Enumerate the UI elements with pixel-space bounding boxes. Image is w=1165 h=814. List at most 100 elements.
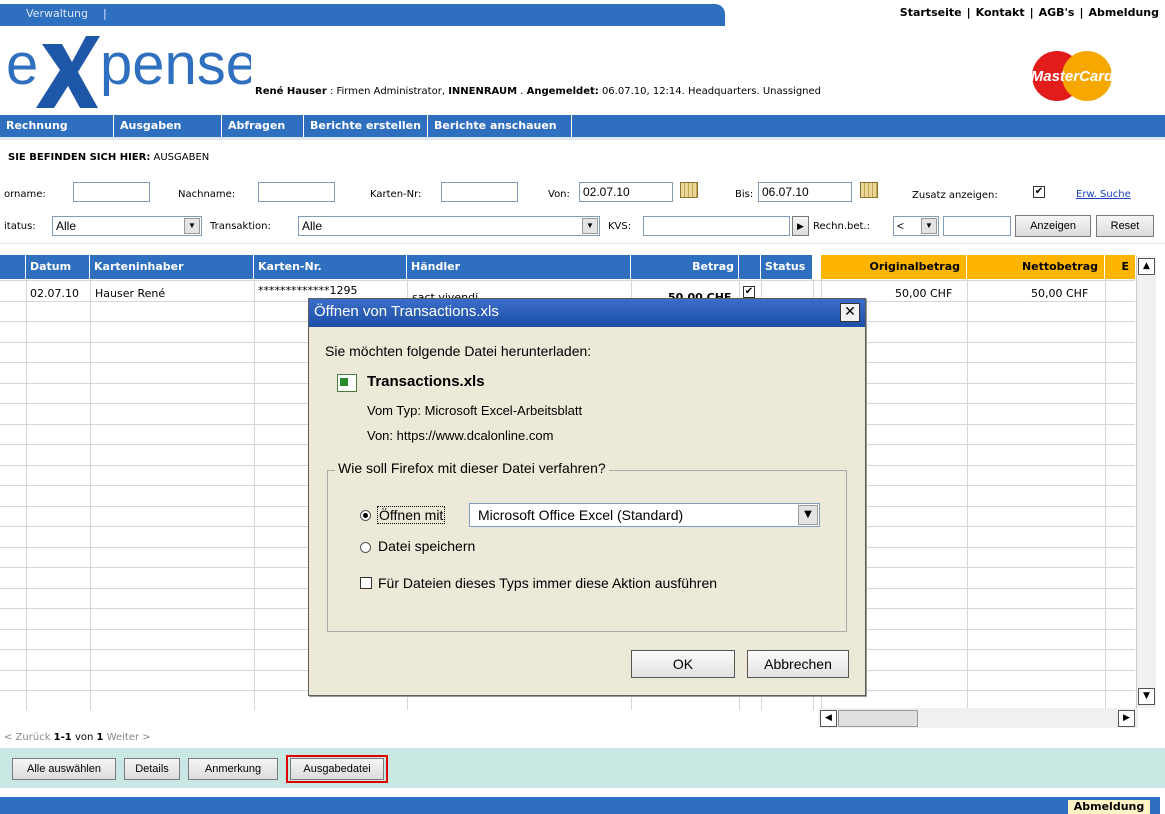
horizontal-scrollbar[interactable]: ◀ ▶ [818, 708, 1138, 728]
close-icon[interactable]: ✕ [840, 303, 860, 322]
link-agb[interactable]: AGB's [1039, 6, 1075, 19]
calendar-icon-von[interactable] [680, 182, 698, 198]
status-select[interactable]: Alle ▼ [52, 216, 202, 236]
pager-prev[interactable]: < Zurück [4, 732, 50, 743]
zusatz-label: Zusatz anzeigen: [912, 190, 998, 201]
scroll-thumb[interactable] [838, 710, 918, 727]
scroll-right-icon[interactable]: ▶ [1118, 710, 1135, 727]
details-button[interactable]: Details [124, 758, 180, 780]
open-with-radio[interactable] [360, 510, 371, 521]
link-startseite[interactable]: Startseite [900, 6, 962, 19]
breadcrumb-label: SIE BEFINDEN SICH HIER: [8, 152, 151, 163]
mastercard-logo: MasterCard [1031, 51, 1114, 101]
karten-input[interactable] [441, 182, 518, 202]
login-label: Angemeldet: [526, 86, 599, 97]
reset-button[interactable]: Reset [1096, 215, 1154, 237]
top-links: Startseite | Kontakt | AGB's | Abmeldung [899, 6, 1160, 19]
row-checkbox[interactable]: ✔ [743, 286, 755, 298]
header-originalbetrag[interactable]: Originalbetrag [821, 255, 967, 279]
open-with-app-value: Microsoft Office Excel (Standard) [478, 507, 684, 523]
header-gap [813, 255, 821, 279]
menu-berichte-anschauen[interactable]: Berichte anschauen [428, 115, 572, 137]
pager-next[interactable]: Weiter > [107, 732, 151, 743]
menu-ausgaben[interactable]: Ausgaben [114, 115, 222, 137]
footer-abmeldung[interactable]: Abmeldung [1068, 800, 1150, 814]
dialog-intro: Sie möchten folgende Datei herunterladen… [325, 343, 592, 359]
kvs-input[interactable] [643, 216, 790, 236]
header-nettobetrag[interactable]: Nettobetrag [967, 255, 1105, 279]
vorname-label: orname: [4, 189, 46, 200]
pager-total: 1 [96, 732, 104, 743]
expense-logo: e pense [6, 32, 251, 108]
erw-suche-link[interactable]: Erw. Suche [1076, 189, 1131, 200]
breadcrumb: SIE BEFINDEN SICH HIER: AUSGABEN [8, 152, 209, 163]
bis-label: Bis: [735, 189, 754, 200]
header-status[interactable]: Status [761, 255, 813, 279]
save-file-label[interactable]: Datei speichern [378, 538, 475, 554]
header-karteninhaber[interactable]: Karteninhaber [90, 255, 254, 279]
rechn-value-input[interactable] [943, 216, 1011, 236]
grid-row-line [0, 280, 1135, 281]
menu-abfragen[interactable]: Abfragen [222, 115, 304, 137]
header-haendler[interactable]: Händler [407, 255, 631, 279]
anzeigen-button[interactable]: Anzeigen [1015, 215, 1091, 237]
menu-berichte-erstellen[interactable]: Berichte erstellen [304, 115, 428, 137]
link-kontakt[interactable]: Kontakt [976, 6, 1025, 19]
menu-divider [0, 137, 1165, 140]
user-name: René Hauser [255, 86, 327, 97]
zusatz-checkbox[interactable]: ✔ [1033, 186, 1045, 198]
vertical-scrollbar[interactable]: ▲ ▼ [1136, 256, 1156, 708]
kvs-lookup-button[interactable]: ▶ [792, 216, 809, 236]
rechn-operator-select[interactable]: < ▼ [893, 216, 939, 236]
header-e[interactable]: E [1105, 255, 1136, 279]
always-checkbox[interactable] [360, 577, 372, 589]
save-file-radio[interactable] [360, 542, 371, 553]
bis-input[interactable]: 06.07.10 [758, 182, 852, 202]
grid-col-line [254, 280, 255, 710]
scroll-up-icon[interactable]: ▲ [1138, 258, 1155, 275]
always-label[interactable]: Für Dateien dieses Typs immer diese Akti… [378, 575, 717, 591]
menu-rechnung[interactable]: Rechnung [0, 115, 114, 137]
user-company: INNENRAUM [448, 86, 518, 97]
header-select-col [0, 255, 26, 279]
section-separator: | [103, 7, 107, 20]
section-label: Verwaltung [26, 7, 88, 20]
cell-originalbetrag: 50,00 CHF [895, 287, 953, 300]
header-karten-nr[interactable]: Karten-Nr. [254, 255, 407, 279]
transaktion-select[interactable]: Alle ▼ [298, 216, 600, 236]
dialog-title: Öffnen von Transactions.xls [314, 303, 499, 320]
ok-button[interactable]: OK [631, 650, 735, 678]
main-menu: Rechnung Ausgaben Abfragen Berichte erst… [0, 115, 1165, 137]
calendar-icon-bis[interactable] [860, 182, 878, 198]
link-abmeldung[interactable]: Abmeldung [1089, 6, 1160, 19]
header-datum[interactable]: Datum [26, 255, 90, 279]
dialog-source: Von: https://www.dcalonline.com [367, 428, 554, 443]
scroll-left-icon[interactable]: ◀ [820, 710, 837, 727]
nachname-input[interactable] [258, 182, 335, 202]
transaktion-select-value: Alle [302, 219, 323, 233]
header-betrag[interactable]: Betrag [631, 255, 739, 279]
open-with-label[interactable]: Öffnen mit [377, 506, 446, 524]
von-input[interactable]: 02.07.10 [579, 182, 673, 202]
open-with-app-select[interactable]: Microsoft Office Excel (Standard) ▼ [469, 503, 820, 527]
user-sep: . [517, 86, 527, 97]
chevron-down-icon: ▼ [921, 218, 937, 234]
download-dialog: Öffnen von Transactions.xls ✕ Sie möchte… [308, 298, 866, 696]
alle-auswaehlen-button[interactable]: Alle auswählen [12, 758, 116, 780]
user-info: René Hauser : Firmen Administrator, INNE… [255, 86, 821, 97]
scroll-down-icon[interactable]: ▼ [1138, 688, 1155, 705]
grid-col-line [967, 280, 968, 710]
cancel-button[interactable]: Abbrechen [747, 650, 849, 678]
rechn-label: Rechn.bet.: [813, 221, 870, 232]
dialog-titlebar[interactable]: Öffnen von Transactions.xls ✕ [309, 299, 865, 327]
pager-range: 1-1 [53, 732, 72, 743]
chevron-down-icon: ▼ [582, 218, 598, 234]
anmerkung-button[interactable]: Anmerkung [188, 758, 278, 780]
vorname-input[interactable] [73, 182, 150, 202]
transaktion-label: Transaktion: [210, 221, 271, 232]
grid-col-line [26, 280, 27, 710]
chevron-down-icon: ▼ [184, 218, 200, 234]
status-select-value: Alle [56, 219, 77, 233]
pager: < Zurück 1-1 von 1 Weiter > [4, 732, 151, 743]
svg-text:pense: pense [100, 32, 251, 97]
